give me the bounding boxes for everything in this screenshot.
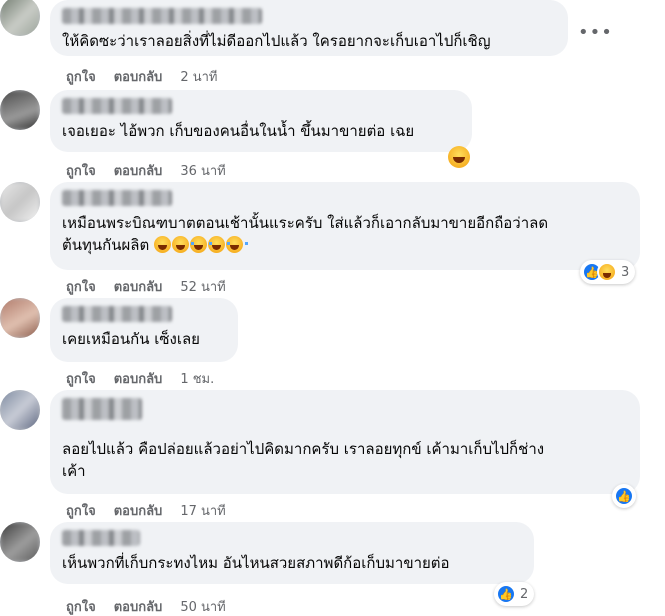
avatar[interactable] — [0, 0, 40, 36]
commenter-name[interactable] — [62, 530, 140, 546]
comment-time[interactable]: 50 นาที — [180, 596, 225, 616]
haha-emoji-icon — [171, 236, 189, 253]
commenter-name[interactable] — [62, 98, 172, 114]
reaction-count: 3 — [621, 264, 630, 280]
commenter-name[interactable] — [62, 8, 262, 24]
comment-time[interactable]: 17 นาที — [180, 500, 225, 521]
comment-actions: ถูกใจ ตอบกลับ 1 ชม. — [66, 368, 214, 389]
like-link[interactable]: ถูกใจ — [66, 368, 96, 389]
avatar[interactable] — [0, 298, 40, 338]
comment-bubble: เหมือนพระบิณฑบาตตอนเช้านั้นแระครับ ใส่แล… — [50, 182, 640, 270]
commenter-name[interactable] — [62, 306, 172, 322]
comment-actions: ถูกใจ ตอบกลับ 36 นาที — [66, 160, 226, 181]
comment-bubble: เห็นพวกที่เก็บกระทงไหม อันไหนสวยสภาพดีก้… — [50, 522, 534, 584]
comment-bubble: เจอเยอะ ไอ้พวก เก็บของคนอื่นในน้ำ ขึ้นมา… — [50, 90, 472, 152]
reaction-count: 2 — [520, 586, 529, 602]
rofl-emoji-icon — [207, 236, 230, 253]
reply-link[interactable]: ตอบกลับ — [114, 160, 163, 181]
haha-reaction-icon — [597, 262, 617, 282]
comment-actions: ถูกใจ ตอบกลับ 50 นาที — [66, 596, 226, 616]
like-link[interactable]: ถูกใจ — [66, 276, 96, 297]
haha-emoji-icon — [448, 146, 470, 168]
comment-bubble: ลอยไปแล้ว คือปล่อยแล้วอย่าไปคิดมากครับ เ… — [50, 390, 640, 494]
reply-link[interactable]: ตอบกลับ — [114, 276, 163, 297]
comment-time[interactable]: 36 นาที — [180, 160, 225, 181]
avatar[interactable] — [0, 522, 40, 562]
comment-bubble: ให้คิดซะว่าเราลอยสิ่งที่ไม่ดีออกไปแล้ว ใ… — [50, 0, 568, 56]
comment-text: เคยเหมือนกัน เซ็งเลย — [62, 330, 200, 348]
reply-link[interactable]: ตอบกลับ — [114, 368, 163, 389]
comment-text: เหมือนพระบิณฑบาตตอนเช้านั้นแระครับ ใส่แล… — [62, 214, 549, 232]
rofl-emoji-icon — [225, 236, 248, 253]
like-reaction-icon: 👍 — [496, 584, 516, 604]
reply-link[interactable]: ตอบกลับ — [114, 66, 163, 87]
haha-emoji-icon — [153, 236, 171, 253]
comment-actions: ถูกใจ ตอบกลับ 52 นาที — [66, 276, 226, 297]
reaction-summary[interactable]: 👍 3 — [580, 260, 636, 284]
comment-text: เห็นพวกที่เก็บกระทงไหม อันไหนสวยสภาพดีก้… — [62, 554, 450, 572]
like-reaction-icon: 👍 — [614, 486, 634, 506]
like-link[interactable]: ถูกใจ — [66, 500, 96, 521]
more-options-icon[interactable]: ••• — [578, 22, 613, 43]
reaction-summary[interactable]: 👍 2 — [494, 582, 535, 606]
rofl-emoji-icon — [189, 236, 212, 253]
comment-time[interactable]: 1 ชม. — [180, 368, 214, 389]
comment-text: ต้นทุนกันผลิต — [62, 234, 628, 256]
comment-time[interactable]: 52 นาที — [180, 276, 225, 297]
avatar[interactable] — [0, 390, 40, 430]
like-link[interactable]: ถูกใจ — [66, 160, 96, 181]
commenter-name[interactable] — [62, 398, 142, 420]
comment-text: ลอยไปแล้ว คือปล่อยแล้วอย่าไปคิดมากครับ เ… — [62, 440, 545, 458]
comment-bubble: เคยเหมือนกัน เซ็งเลย — [50, 298, 238, 362]
commenter-name[interactable] — [62, 190, 172, 206]
avatar[interactable] — [0, 90, 40, 130]
reply-link[interactable]: ตอบกลับ — [114, 596, 163, 616]
comment-actions: ถูกใจ ตอบกลับ 2 นาที — [66, 66, 217, 87]
comment-text: เจอเยอะ ไอ้พวก เก็บของคนอื่นในน้ำ ขึ้นมา… — [62, 122, 415, 140]
reply-link[interactable]: ตอบกลับ — [114, 500, 163, 521]
avatar[interactable] — [0, 182, 40, 222]
reaction-summary[interactable]: 👍 — [612, 484, 636, 508]
like-link[interactable]: ถูกใจ — [66, 596, 96, 616]
comment-time[interactable]: 2 นาที — [180, 66, 217, 87]
comment-text: ให้คิดซะว่าเราลอยสิ่งที่ไม่ดีออกไปแล้ว ใ… — [62, 32, 491, 50]
comment-actions: ถูกใจ ตอบกลับ 17 นาที — [66, 500, 226, 521]
comment-text: เค้า — [62, 462, 86, 480]
like-link[interactable]: ถูกใจ — [66, 66, 96, 87]
